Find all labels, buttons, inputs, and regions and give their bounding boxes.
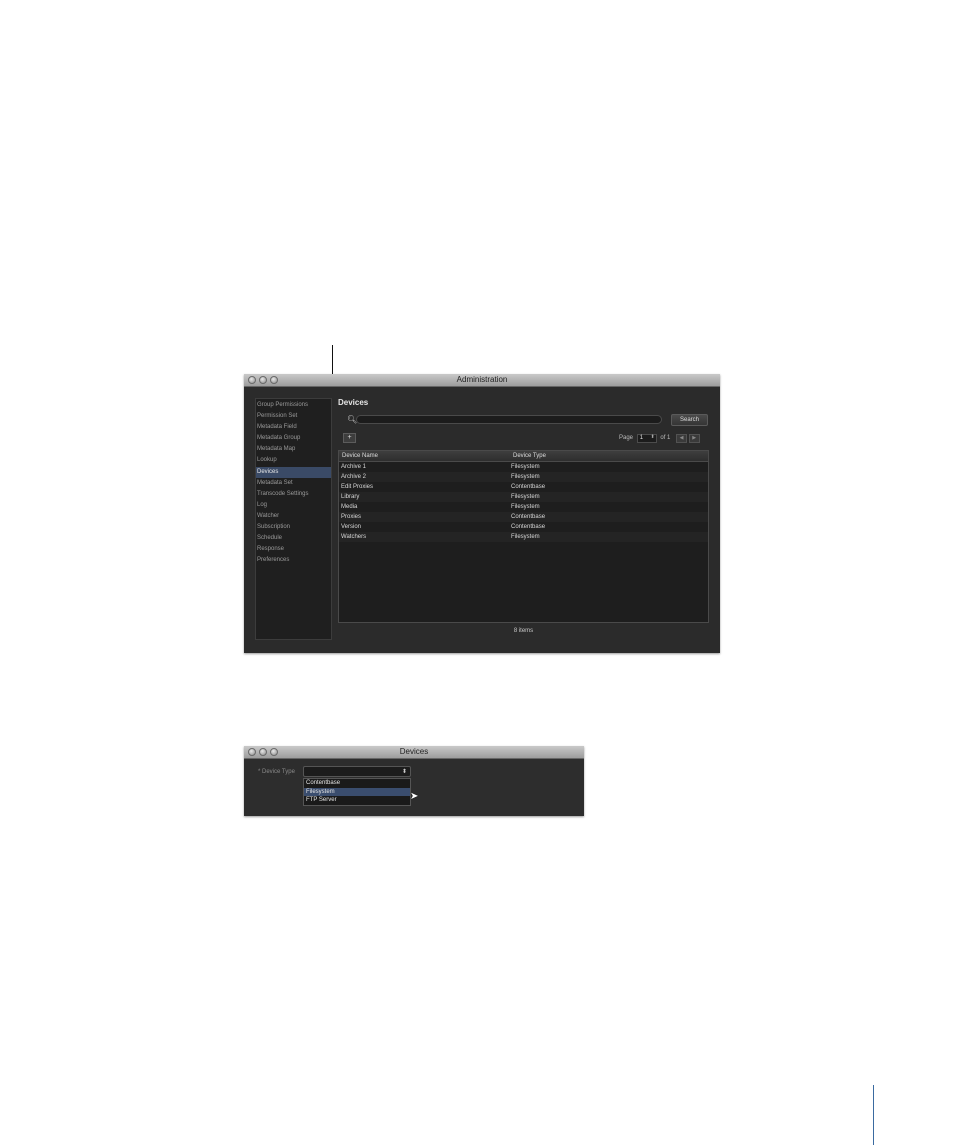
- devices-table: Device Name Device Type Archive 1 Filesys…: [338, 450, 709, 623]
- table-row[interactable]: Watchers Filesystem: [339, 532, 708, 542]
- sidebar-item-response[interactable]: Response: [256, 544, 331, 555]
- device-type-select[interactable]: ⬍: [303, 766, 411, 777]
- page-label: Page: [619, 435, 634, 441]
- page-title: Devices: [338, 398, 369, 407]
- cell-device-type: Filesystem: [511, 504, 540, 510]
- cell-device-type: Contentbase: [511, 514, 546, 520]
- table-row[interactable]: Archive 1 Filesystem: [339, 462, 708, 472]
- previous-page-button[interactable]: ◀: [676, 434, 688, 443]
- pagination: Page 1 ⬍ of 1 ◀ ▶: [619, 434, 700, 444]
- sidebar-item-metadata-group[interactable]: Metadata Group: [256, 433, 331, 444]
- cell-device-name: Archive 2: [341, 474, 367, 480]
- window-title: Devices: [399, 747, 429, 756]
- table-row[interactable]: Proxies Contentbase: [339, 512, 708, 522]
- stepper-arrows-icon[interactable]: ⬍: [650, 434, 654, 441]
- device-type-options: Contentbase Filesystem FTP Server: [303, 778, 411, 806]
- option-ftp-server[interactable]: FTP Server: [304, 796, 410, 805]
- title-bar[interactable]: Administration: [244, 374, 720, 387]
- item-count: 8 items: [513, 628, 534, 634]
- window-title: Administration: [456, 375, 508, 384]
- table-row[interactable]: Media Filesystem: [339, 502, 708, 512]
- cell-device-name: Edit Proxies: [341, 484, 374, 490]
- search-button[interactable]: Search: [671, 414, 708, 426]
- cell-device-name: Proxies: [341, 514, 362, 520]
- table-body: Archive 1 Filesystem Archive 2 Filesystem Ed…: [339, 462, 708, 542]
- cell-device-name: Library: [341, 494, 360, 500]
- sidebar: Group Permissions Permission Set Metadata …: [255, 398, 332, 640]
- devices-window: Devices * Device Type ⬍ Contentbase Files…: [244, 746, 584, 816]
- cell-device-type: Filesystem: [511, 474, 540, 480]
- cell-device-type: Contentbase: [511, 484, 546, 490]
- sidebar-item-watcher[interactable]: Watcher: [256, 511, 331, 522]
- cell-device-name: Archive 1: [341, 464, 367, 470]
- select-arrows-icon: ⬍: [401, 769, 407, 775]
- sidebar-item-preferences[interactable]: Preferences: [256, 555, 331, 566]
- sidebar-item-schedule[interactable]: Schedule: [256, 533, 331, 544]
- table-row[interactable]: Version Contentbase: [339, 522, 708, 532]
- sidebar-item-group-permissions[interactable]: Group Permissions: [256, 400, 331, 411]
- option-filesystem[interactable]: Filesystem: [304, 787, 410, 796]
- page-margin-rule: [873, 1085, 874, 1145]
- page-total: of 1: [660, 435, 671, 441]
- cell-device-name: Version: [341, 524, 362, 530]
- cell-device-name: Watchers: [341, 534, 367, 540]
- page-number-stepper[interactable]: 1 ⬍: [636, 434, 657, 443]
- column-header-device-type[interactable]: Device Type: [513, 451, 546, 461]
- cell-device-type: Filesystem: [511, 534, 540, 540]
- sidebar-item-transcode-settings[interactable]: Transcode Settings: [256, 489, 331, 500]
- mouse-pointer-icon: ➤: [410, 791, 419, 802]
- sidebar-item-metadata-set[interactable]: Metadata Set: [256, 478, 331, 489]
- sidebar-item-subscription[interactable]: Subscription: [256, 522, 331, 533]
- sidebar-item-permission-set[interactable]: Permission Set: [256, 411, 331, 422]
- title-bar[interactable]: Devices: [244, 746, 584, 759]
- cell-device-type: Contentbase: [511, 524, 546, 530]
- page-number: 1: [639, 435, 644, 441]
- cell-device-name: Media: [341, 504, 358, 510]
- sidebar-item-devices[interactable]: Devices: [256, 466, 331, 478]
- sidebar-item-lookup[interactable]: Lookup: [256, 455, 331, 466]
- search-input[interactable]: [356, 415, 662, 424]
- sidebar-item-metadata-field[interactable]: Metadata Field: [256, 422, 331, 433]
- table-row[interactable]: Archive 2 Filesystem: [339, 472, 708, 482]
- administration-window: Administration Group Permissions Permissi…: [244, 374, 720, 653]
- table-header: Device Name Device Type: [339, 451, 708, 462]
- table-row[interactable]: Edit Proxies Contentbase: [339, 482, 708, 492]
- next-page-button[interactable]: ▶: [688, 434, 700, 443]
- sidebar-item-log[interactable]: Log: [256, 500, 331, 511]
- device-type-label: * Device Type: [258, 769, 295, 775]
- sidebar-item-metadata-map[interactable]: Metadata Map: [256, 444, 331, 455]
- column-header-device-name[interactable]: Device Name: [342, 451, 378, 461]
- cell-device-type: Filesystem: [511, 494, 540, 500]
- option-contentbase[interactable]: Contentbase: [304, 779, 410, 788]
- table-row[interactable]: Library Filesystem: [339, 492, 708, 502]
- cell-device-type: Filesystem: [511, 464, 540, 470]
- add-device-icon[interactable]: +: [343, 433, 356, 443]
